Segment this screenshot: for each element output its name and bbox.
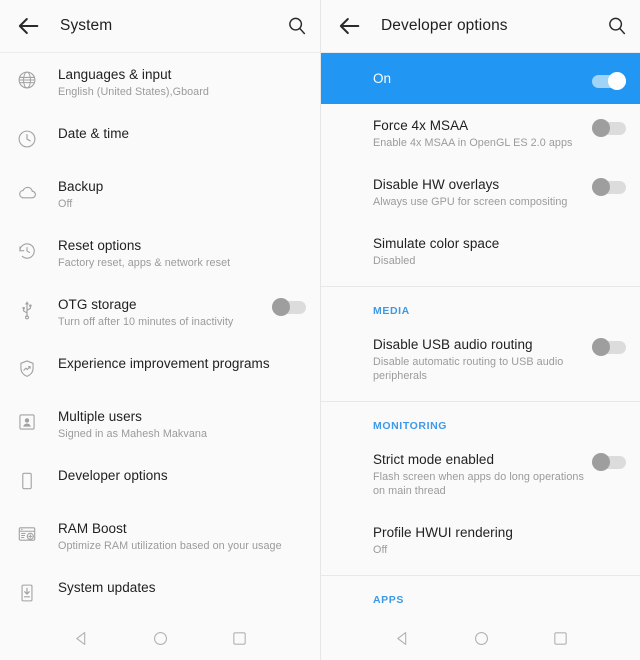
list-item-title: Disable HW overlays: [373, 177, 500, 192]
search-icon[interactable]: [606, 15, 628, 37]
left-app-bar: System: [0, 0, 320, 53]
list-item-subtitle: Optimize RAM utilization based on your u…: [58, 540, 282, 552]
list-item-experience-improvement[interactable]: Experience improvement programs: [0, 342, 320, 395]
list-item-subtitle: Always use GPU for screen compositing: [373, 196, 568, 208]
user-box-icon: [14, 409, 40, 435]
list-item-title: Developer options: [58, 468, 168, 483]
arrow-left-icon[interactable]: [335, 12, 363, 40]
cloud-icon: [14, 179, 40, 205]
nav-recents-square-icon[interactable]: [552, 630, 569, 647]
list-item-force-4x-msaa[interactable]: Force 4x MSAA Enable 4x MSAA in OpenGL E…: [321, 104, 640, 163]
list-item-simulate-color-space[interactable]: Simulate color space Disabled: [321, 222, 640, 281]
list-item-date-time[interactable]: Date & time: [0, 112, 320, 165]
list-item-multiple-users[interactable]: Multiple users Signed in as Mahesh Makva…: [0, 395, 320, 454]
list-item-title: Date & time: [58, 126, 130, 141]
nav-back-triangle-icon[interactable]: [394, 630, 411, 647]
page-title: System: [60, 17, 113, 34]
list-item-developer-options[interactable]: Developer options: [0, 454, 320, 507]
arrow-left-icon[interactable]: [14, 12, 42, 40]
right-app-bar: Developer options: [321, 0, 640, 53]
list-item-title: System updates: [58, 580, 156, 595]
nav-back-triangle-icon[interactable]: [73, 630, 90, 647]
system-settings-list: Languages & input English (United States…: [0, 53, 320, 660]
list-item-title: Languages & input: [58, 67, 172, 82]
system-settings-screen: System Languages & input English (United…: [0, 0, 320, 660]
page-title: Developer options: [381, 17, 508, 34]
list-item-reset-options[interactable]: Reset options Factory reset, apps & netw…: [0, 224, 320, 283]
phone-icon: [14, 468, 40, 494]
list-item-backup[interactable]: Backup Off: [0, 165, 320, 224]
list-item-subtitle: Disable automatic routing to USB audio p…: [373, 356, 564, 382]
list-item-title: Multiple users: [58, 409, 142, 424]
list-item-subtitle: Flash screen when apps do long operation…: [373, 471, 584, 497]
list-item-ram-boost[interactable]: RAM Boost Optimize RAM utilization based…: [0, 507, 320, 566]
clock-icon: [14, 126, 40, 152]
right-scroll-area[interactable]: On Force 4x MSAA Enable 4x MSAA in OpenG…: [321, 53, 640, 660]
developer-options-screen: Developer options On Force 4x MSAA Enabl…: [320, 0, 640, 660]
left-navigation-bar: [0, 616, 320, 660]
list-item-disable-usb-audio-routing[interactable]: Disable USB audio routing Disable automa…: [321, 323, 640, 396]
list-item-subtitle: Signed in as Mahesh Makvana: [58, 428, 207, 440]
list-item-title: Experience improvement programs: [58, 356, 270, 371]
right-navigation-bar: [321, 616, 640, 660]
section-header-apps: APPS: [373, 594, 404, 606]
list-item-subtitle: Factory reset, apps & network reset: [58, 257, 231, 269]
nav-home-circle-icon[interactable]: [473, 630, 490, 647]
list-item-title: RAM Boost: [58, 521, 127, 536]
master-switch-label: On: [373, 71, 392, 86]
list-item-title: OTG storage: [58, 297, 137, 312]
list-item-subtitle: English (United States),Gboard: [58, 86, 209, 98]
list-item-disable-hw-overlays[interactable]: Disable HW overlays Always use GPU for s…: [321, 163, 640, 222]
developer-options-master-row[interactable]: On: [321, 53, 640, 104]
list-item-title: Strict mode enabled: [373, 452, 495, 467]
developer-options-list: On Force 4x MSAA Enable 4x MSAA in OpenG…: [321, 53, 640, 660]
left-scroll-area[interactable]: Languages & input English (United States…: [0, 53, 320, 660]
system-update-icon: [14, 580, 40, 606]
nav-home-circle-icon[interactable]: [152, 630, 169, 647]
search-icon[interactable]: [286, 15, 308, 37]
ram-chip-icon: [14, 521, 40, 547]
list-item-title: Simulate color space: [373, 236, 500, 251]
restore-clock-icon: [14, 238, 40, 264]
list-item-subtitle: Turn off after 10 minutes of inactivity: [58, 316, 234, 328]
list-item-title: Disable USB audio routing: [373, 337, 533, 352]
list-item-subtitle: Enable 4x MSAA in OpenGL ES 2.0 apps: [373, 137, 573, 149]
list-item-system-updates[interactable]: System updates: [0, 566, 320, 619]
dual-screenshot: System Languages & input English (United…: [0, 0, 640, 660]
shield-trend-icon: [14, 356, 40, 382]
list-item-languages-input[interactable]: Languages & input English (United States…: [0, 53, 320, 112]
list-item-title: Reset options: [58, 238, 142, 253]
section-header-media: MEDIA: [373, 305, 410, 317]
nav-recents-square-icon[interactable]: [231, 630, 248, 647]
list-item-title: Force 4x MSAA: [373, 118, 469, 133]
usb-icon: [14, 297, 40, 323]
list-item-profile-hwui-rendering[interactable]: Profile HWUI rendering Off: [321, 511, 640, 570]
list-item-otg-storage[interactable]: OTG storage Turn off after 10 minutes of…: [0, 283, 320, 342]
list-item-subtitle: Off: [373, 544, 388, 556]
list-item-strict-mode-enabled[interactable]: Strict mode enabled Flash screen when ap…: [321, 438, 640, 511]
list-item-title: Profile HWUI rendering: [373, 525, 513, 540]
list-item-title: Backup: [58, 179, 104, 194]
globe-icon: [14, 67, 40, 93]
list-item-subtitle: Off: [58, 198, 73, 210]
section-header-monitoring: MONITORING: [373, 420, 448, 432]
list-item-subtitle: Disabled: [373, 255, 416, 267]
